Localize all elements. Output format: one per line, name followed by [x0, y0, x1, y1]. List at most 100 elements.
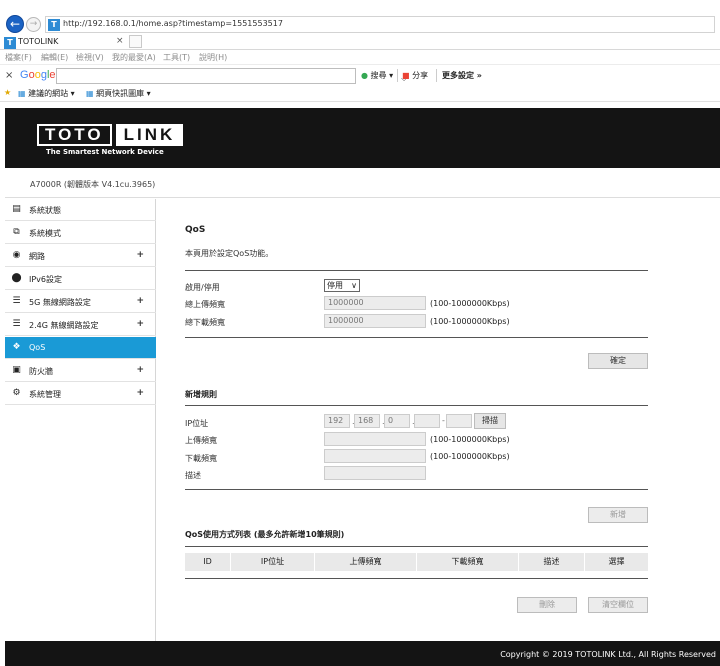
- add-rule-title: 新增規則: [185, 390, 217, 399]
- browser-tab[interactable]: T TOTOLINK ×: [2, 35, 126, 50]
- total-download-label: 總下載頻寬: [185, 318, 225, 327]
- total-download-input[interactable]: 1000000: [324, 314, 426, 328]
- totolink-logo: TOTO LINK: [37, 124, 184, 146]
- scan-button[interactable]: 掃描: [474, 413, 506, 429]
- expand-plus-icon[interactable]: +: [136, 296, 144, 306]
- ip-range-end-input[interactable]: [446, 414, 472, 428]
- total-upload-label: 總上傳頻寬: [185, 300, 225, 309]
- divider: [185, 578, 648, 579]
- fav-suggested-sites[interactable]: ▦ 建議的網站 ▾: [18, 88, 75, 99]
- menu-help[interactable]: 說明(H): [199, 52, 227, 63]
- menu-edit[interactable]: 編輯(E): [41, 52, 68, 63]
- sidebar-item-ipv6[interactable]: ⬤ IPv6設定: [5, 268, 156, 290]
- divider: [185, 337, 648, 338]
- qos-list-title: QoS使用方式列表 (最多允許新增10筆規則): [185, 530, 345, 539]
- sidebar-item-firewall[interactable]: ▣ 防火牆 +: [5, 360, 156, 382]
- expand-plus-icon[interactable]: +: [136, 319, 144, 329]
- sidebar-item-wifi-5g[interactable]: ☰ 5G 無線網路設定 +: [5, 291, 156, 313]
- router-header: TOTO LINK The Smartest Network Device: [5, 108, 720, 168]
- page-icon: ▦: [86, 89, 94, 98]
- close-toolbar-icon[interactable]: ×: [5, 70, 13, 81]
- ip-octet-1-input[interactable]: 192: [324, 414, 350, 428]
- model-bar: A7000R (韌體版本 V4.1cu.3965): [5, 168, 720, 198]
- close-icon[interactable]: ×: [116, 36, 124, 46]
- back-arrow-icon[interactable]: ←: [6, 15, 24, 33]
- menu-favorites[interactable]: 我的最愛(A): [112, 52, 156, 63]
- qos-table-header: ID IP位址 上傳頻寬 下載頻寬 描述 選擇: [185, 553, 648, 571]
- ipv6-icon: ⬤: [11, 273, 22, 283]
- status-icon: ▤: [12, 204, 21, 214]
- site-favicon-icon: T: [48, 19, 60, 31]
- expand-plus-icon[interactable]: +: [136, 250, 144, 260]
- url-text: http://192.168.0.1/home.asp?timestamp=15…: [63, 19, 283, 28]
- google-share-button[interactable]: ■ 分享: [402, 70, 428, 81]
- page-icon: ▦: [18, 89, 26, 98]
- col-ip: IP位址: [231, 553, 315, 571]
- total-upload-input[interactable]: 1000000: [324, 296, 426, 310]
- address-bar-area: ← → T http://192.168.0.1/home.asp?timest…: [0, 0, 720, 34]
- tab-title: TOTOLINK: [18, 37, 59, 46]
- wifi-icon: ☰: [12, 319, 21, 329]
- confirm-button[interactable]: 確定: [588, 353, 648, 369]
- sidebar-item-wifi-24g[interactable]: ☰ 2.4G 無線網路設定 +: [5, 314, 156, 336]
- google-search-button[interactable]: ● 搜尋 ▾: [361, 70, 393, 81]
- menu-tools[interactable]: 工具(T): [163, 52, 190, 63]
- chevron-down-icon: ∨: [351, 281, 357, 290]
- download-bandwidth-input[interactable]: [324, 449, 426, 463]
- ip-octet-3-input[interactable]: 0: [384, 414, 410, 428]
- ip-address-label: IP位址: [185, 419, 209, 428]
- mode-icon: ⧉: [13, 227, 20, 237]
- tab-bar: T TOTOLINK ×: [0, 34, 720, 50]
- description-input[interactable]: [324, 466, 426, 480]
- col-description: 描述: [519, 553, 585, 571]
- ip-octet-2-input[interactable]: 168: [354, 414, 380, 428]
- ip-octet-4-input[interactable]: [414, 414, 440, 428]
- copyright-text: Copyright © 2019 TOTOLINK Ltd., All Righ…: [500, 650, 716, 659]
- upload-range-hint: (100-1000000Kbps): [430, 435, 510, 444]
- new-tab-icon[interactable]: [129, 35, 142, 48]
- sidebar-item-network[interactable]: ◉ 網路 +: [5, 245, 156, 267]
- wifi-icon: ☰: [12, 296, 21, 306]
- gear-icon: ⚙: [12, 388, 21, 398]
- sidebar-item-qos[interactable]: ❖ QoS: [5, 337, 156, 359]
- upload-range-hint: (100-1000000Kbps): [430, 299, 510, 308]
- menu-view[interactable]: 檢視(V): [76, 52, 104, 63]
- upload-bandwidth-input[interactable]: [324, 432, 426, 446]
- search-icon: ●: [361, 71, 368, 80]
- url-input[interactable]: T http://192.168.0.1/home.asp?timestamp=…: [45, 16, 715, 33]
- tab-favicon-icon: T: [4, 37, 16, 49]
- col-select: 選擇: [608, 557, 625, 566]
- divider: [185, 489, 648, 490]
- upload-bandwidth-label: 上傳頻寬: [185, 436, 217, 445]
- divider: [185, 405, 648, 406]
- favorites-bar: ★ ▦ 建議的網站 ▾ ▦ 網頁快訊圖庫 ▾: [0, 86, 720, 102]
- globe-icon: ◉: [12, 250, 21, 260]
- expand-plus-icon[interactable]: +: [136, 388, 144, 398]
- favorites-star-icon[interactable]: ★: [4, 88, 11, 97]
- menu-bar: 檔案(F) 編輯(E) 檢視(V) 我的最愛(A) 工具(T) 說明(H): [0, 50, 720, 64]
- download-bandwidth-label: 下載頻寬: [185, 454, 217, 463]
- enable-select[interactable]: 停用 ∨: [324, 279, 360, 292]
- sidebar-item-system-status[interactable]: ▤ 系統狀態: [5, 199, 156, 221]
- google-search-input[interactable]: ⌵: [56, 68, 407, 84]
- qos-icon: ❖: [12, 342, 21, 352]
- col-id: ID: [185, 553, 231, 571]
- divider: [185, 546, 648, 547]
- menu-file[interactable]: 檔案(F): [5, 52, 32, 63]
- sidebar-item-system-mode[interactable]: ⧉ 系統模式: [5, 222, 156, 244]
- sidebar: ▤ 系統狀態 ⧉ 系統模式 ◉ 網路 + ⬤ IPv6設定 ☰ 5G 無線網路設…: [5, 199, 156, 641]
- enable-label: 啟用/停用: [185, 283, 220, 292]
- forward-arrow-icon[interactable]: →: [26, 17, 41, 32]
- google-more-button[interactable]: 更多設定 »: [442, 70, 482, 81]
- page-description: 本頁用於設定QoS功能。: [185, 249, 274, 258]
- fav-web-slice-gallery[interactable]: ▦ 網頁快訊圖庫 ▾: [86, 88, 151, 99]
- expand-plus-icon[interactable]: +: [136, 365, 144, 375]
- clear-fields-button[interactable]: 清空欄位: [588, 597, 648, 613]
- col-download: 下載頻寬: [417, 553, 519, 571]
- lock-icon: ▣: [12, 365, 21, 375]
- delete-button[interactable]: 刪除: [517, 597, 577, 613]
- model-firmware-text: A7000R (韌體版本 V4.1cu.3965): [30, 180, 156, 189]
- add-button[interactable]: 新增: [588, 507, 648, 523]
- toolbar-separator: [397, 69, 398, 82]
- sidebar-item-system-management[interactable]: ⚙ 系統管理 +: [5, 383, 156, 405]
